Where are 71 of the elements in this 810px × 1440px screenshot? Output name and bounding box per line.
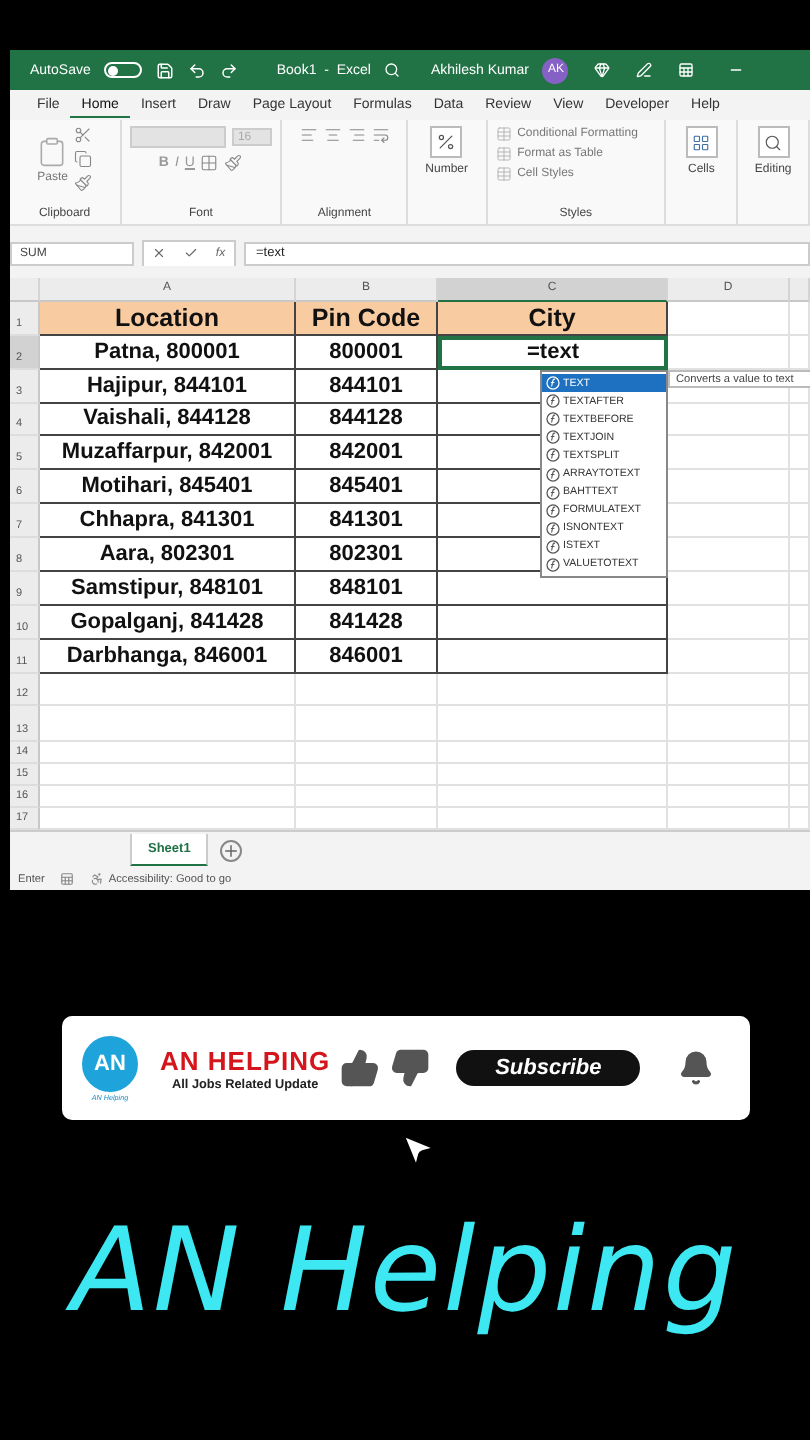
undo-icon[interactable] (188, 61, 207, 79)
thumbs-down-icon[interactable] (390, 1048, 431, 1088)
function-icon (546, 430, 560, 445)
function-icon (546, 503, 560, 518)
table-cell: Motihari, 845401 (40, 470, 296, 505)
copy-icon[interactable] (74, 150, 93, 168)
table-cell: 846001 (296, 639, 438, 674)
table-cell: 800001 (296, 335, 438, 370)
channel-name: AN HELPING (160, 1045, 331, 1075)
table-cell: Gopalganj, 841428 (40, 605, 296, 640)
subscribe-button[interactable]: Subscribe (456, 1050, 641, 1086)
thumbs-up-icon[interactable] (340, 1048, 381, 1088)
autosave-toggle[interactable] (104, 62, 143, 78)
bell-icon[interactable] (678, 1050, 715, 1086)
function-icon (546, 467, 560, 482)
table-style-icon[interactable] (495, 126, 512, 142)
function-icon (546, 521, 560, 536)
channel-logo: AN (82, 1035, 138, 1091)
pen-icon[interactable] (636, 62, 653, 78)
table-style-icon[interactable] (495, 166, 512, 182)
table-cell: 844128 (296, 403, 438, 437)
align-right-icon[interactable] (347, 126, 366, 144)
table-cell: Hajipur, 844101 (40, 369, 296, 404)
column-heading: City (438, 301, 668, 336)
paste-icon[interactable] (36, 135, 69, 167)
table-cell: Vaishali, 844128 (40, 403, 296, 437)
save-icon[interactable] (156, 61, 175, 79)
table-cell: Patna, 800001 (40, 335, 296, 370)
function-icon (546, 539, 560, 554)
function-icon (546, 485, 560, 500)
column-heading: Pin Code (296, 301, 438, 336)
function-icon (546, 557, 560, 572)
table-cell: Darbhanga, 846001 (40, 639, 296, 674)
table-cell: 842001 (296, 436, 438, 471)
table-cell: 844101 (296, 369, 438, 404)
cells-icon[interactable] (692, 133, 711, 151)
column-heading: Location (40, 301, 296, 336)
table-cell: 845401 (296, 470, 438, 505)
function-icon (546, 448, 560, 463)
function-icon (546, 412, 560, 427)
add-sheet-icon[interactable] (220, 839, 243, 861)
table-cell: 841428 (296, 605, 438, 640)
active-cell[interactable]: =text (438, 335, 668, 370)
wrap-text-icon[interactable] (371, 126, 390, 144)
align-left-icon[interactable] (299, 126, 318, 144)
search-icon[interactable] (384, 62, 401, 78)
search-icon[interactable] (764, 133, 783, 151)
percent-icon[interactable] (436, 132, 457, 152)
table-cell: 841301 (296, 504, 438, 539)
table-cell: Aara, 802301 (40, 538, 296, 572)
caption-title: AN Helping (0, 1202, 810, 1338)
accessibility-icon (90, 872, 105, 886)
table-cell: Chhapra, 841301 (40, 504, 296, 539)
table-cell: Muzaffarpur, 842001 (40, 436, 296, 471)
font-name-field[interactable] (129, 126, 226, 148)
function-icon (546, 376, 560, 391)
align-center-icon[interactable] (323, 126, 342, 144)
scissors-icon[interactable] (74, 126, 93, 144)
function-icon (546, 394, 560, 409)
header-corner[interactable] (790, 278, 810, 302)
borders-icon[interactable] (200, 154, 219, 172)
cancel-icon[interactable] (152, 246, 167, 260)
table-style-icon[interactable] (495, 146, 512, 162)
enter-icon[interactable] (184, 246, 199, 260)
diamond-icon[interactable] (594, 62, 611, 78)
redo-icon[interactable] (220, 61, 239, 79)
table-cell: Samstipur, 848101 (40, 571, 296, 606)
brush-icon[interactable] (74, 174, 93, 192)
table-cell: 848101 (296, 571, 438, 606)
table-cell: 802301 (296, 538, 438, 572)
header-corner[interactable] (10, 278, 40, 302)
